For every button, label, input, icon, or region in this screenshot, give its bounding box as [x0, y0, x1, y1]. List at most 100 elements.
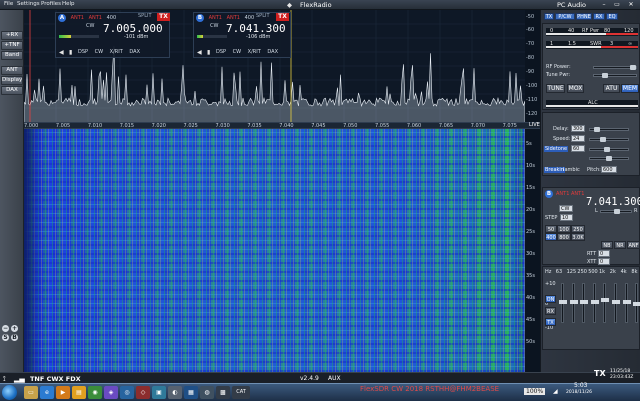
eq-slider-knob[interactable]	[633, 302, 640, 306]
app-icon-4[interactable]: ◇	[136, 386, 150, 399]
app-icon-9[interactable]: ▩	[216, 386, 230, 399]
zoom-level[interactable]: 100%	[524, 388, 546, 395]
tab-xrit[interactable]: X/RIT	[110, 49, 123, 55]
xit-field[interactable]: 0	[598, 258, 610, 265]
folder-icon[interactable]: ▤	[72, 386, 86, 399]
rx-antenna[interactable]: ANT1	[71, 15, 84, 21]
eq-slider-knob[interactable]	[559, 300, 567, 305]
waterfall[interactable]	[24, 129, 525, 372]
dbm-scale[interactable]: -50 -60 -70 -80 -90 -100 -110 -120	[525, 10, 540, 124]
app-icon-1[interactable]: ◉	[88, 386, 102, 399]
eq-band-slider[interactable]	[590, 283, 599, 323]
sidetone-field[interactable]: 60	[571, 145, 585, 152]
slice-letter[interactable]: A	[58, 14, 66, 22]
mini-slice-frequency[interactable]: 7.041.300	[586, 196, 640, 208]
add-rx-button[interactable]: +RX	[1, 31, 23, 40]
close-button[interactable]: ✕	[625, 1, 637, 9]
filter-100[interactable]: 100	[557, 225, 571, 233]
clock-date[interactable]: 2018/11/26	[566, 390, 592, 395]
tab-rx[interactable]: RX	[593, 13, 605, 20]
minimize-button[interactable]: –	[598, 1, 610, 9]
media-player-icon[interactable]: ▶	[56, 386, 70, 399]
eq-band-slider[interactable]	[633, 283, 640, 323]
tx-badge[interactable]: TX	[276, 13, 289, 21]
sidetone-slider[interactable]	[589, 147, 629, 152]
iambic-button[interactable]: Iambic	[563, 167, 580, 173]
maximize-button[interactable]: ▭	[611, 1, 623, 9]
start-button[interactable]	[2, 385, 17, 400]
dax-button[interactable]: DAX	[1, 86, 23, 95]
app-icon-2[interactable]: ◈	[104, 386, 118, 399]
nb-button[interactable]: NB	[601, 241, 613, 249]
tab-xrit[interactable]: X/RIT	[248, 49, 261, 55]
eq-slider-knob[interactable]	[622, 300, 631, 305]
app-icon-3[interactable]: ◎	[120, 386, 134, 399]
slice-flag-a[interactable]: A ANT1 ANT1 400 SPLIT TX CW 7.005.000 -1…	[55, 12, 170, 58]
volume-icon[interactable]: ◢	[553, 388, 558, 395]
slice-flag-b[interactable]: B ANT1 ANT1 400 SPLIT TX CW 7.041.300 -1…	[193, 12, 291, 58]
eq-slider-knob[interactable]	[601, 298, 610, 303]
tab-eq[interactable]: EQ	[606, 13, 618, 20]
filter-800[interactable]: 800	[557, 233, 571, 241]
slice-letter[interactable]: B	[196, 14, 204, 22]
tab-dsp[interactable]: DSP	[78, 49, 88, 55]
atu-button[interactable]: ATU	[603, 84, 620, 93]
tab-dax[interactable]: DAX	[267, 49, 278, 55]
band-button[interactable]: Band	[1, 51, 23, 60]
rx-antenna[interactable]: ANT1	[556, 191, 569, 197]
tx-badge[interactable]: TX	[157, 13, 170, 21]
file-explorer-icon[interactable]: ▭	[24, 386, 38, 399]
app-icon-8[interactable]: ◍	[200, 386, 214, 399]
eq-slider-knob[interactable]	[590, 300, 599, 305]
zoom-out-icon[interactable]: −	[2, 325, 9, 332]
tab-phne[interactable]: PHNE	[576, 13, 592, 20]
tab-cw[interactable]: CW	[233, 49, 241, 55]
rf-power-slider[interactable]	[593, 65, 637, 70]
frequency-ruler[interactable]: 7.000 7.005 7.010 7.015 7.020 7.025 7.030 7.035…	[24, 122, 540, 129]
lock-icon[interactable]: ▮	[207, 49, 210, 56]
mode-select[interactable]: CW	[559, 205, 573, 212]
eq-band-slider[interactable]	[601, 283, 610, 323]
step-field[interactable]: 10	[560, 214, 573, 221]
split-label[interactable]: SPLIT	[256, 13, 270, 19]
mem-button[interactable]: MEM	[621, 84, 639, 93]
tune-button[interactable]: TUNE	[546, 84, 565, 93]
filter-3k[interactable]: 3.0K	[571, 233, 585, 241]
pitch-field[interactable]: 600	[601, 166, 617, 173]
tx-antenna[interactable]: ANT1	[89, 15, 102, 21]
zoom-in-icon[interactable]: +	[11, 325, 18, 332]
menu-profiles[interactable]: Profiles	[41, 1, 61, 7]
speed-field[interactable]: 24	[571, 135, 585, 142]
add-tnf-button[interactable]: +TNF	[1, 41, 23, 50]
tune-power-slider[interactable]	[593, 73, 637, 78]
speaker-icon[interactable]: ◀	[59, 49, 64, 56]
rit-field[interactable]: 0	[598, 250, 610, 257]
split-label[interactable]: SPLIT	[138, 13, 152, 19]
sidetone-toggle[interactable]: Sidetone	[544, 146, 569, 152]
tx-antenna[interactable]: ANT1	[227, 15, 240, 21]
clock-time[interactable]: 5:03	[574, 382, 587, 389]
tab-dax[interactable]: DAX	[129, 49, 140, 55]
mode-label[interactable]: CW	[86, 23, 94, 29]
mox-button[interactable]: MOX	[567, 84, 584, 93]
balance-slider[interactable]	[589, 156, 629, 161]
tab-dsp[interactable]: DSP	[216, 49, 226, 55]
eq-slider-knob[interactable]	[580, 300, 589, 305]
eq-band-slider[interactable]	[622, 283, 631, 323]
zoom-band-icon[interactable]: B	[11, 334, 18, 341]
zoom-segment-icon[interactable]: S	[2, 334, 9, 341]
browser-icon[interactable]: e	[40, 386, 54, 399]
mode-label[interactable]: CW	[210, 23, 218, 29]
eq-slider-knob[interactable]	[612, 300, 620, 305]
rx-antenna[interactable]: ANT1	[209, 15, 222, 21]
tnf-cwx-fdx-status[interactable]: TNF CWX FDX	[30, 375, 81, 383]
eq-rx-button[interactable]: RX	[545, 307, 556, 315]
delay-slider[interactable]	[589, 127, 629, 132]
pan-slider[interactable]	[600, 209, 632, 214]
menu-file[interactable]: File	[4, 1, 13, 7]
eq-slider-knob[interactable]	[569, 300, 578, 305]
tx-antenna[interactable]: ANT1	[571, 191, 584, 197]
anf-button[interactable]: ANF	[627, 241, 640, 249]
eq-band-slider[interactable]	[580, 283, 589, 323]
speaker-icon[interactable]: ◀	[197, 49, 202, 56]
